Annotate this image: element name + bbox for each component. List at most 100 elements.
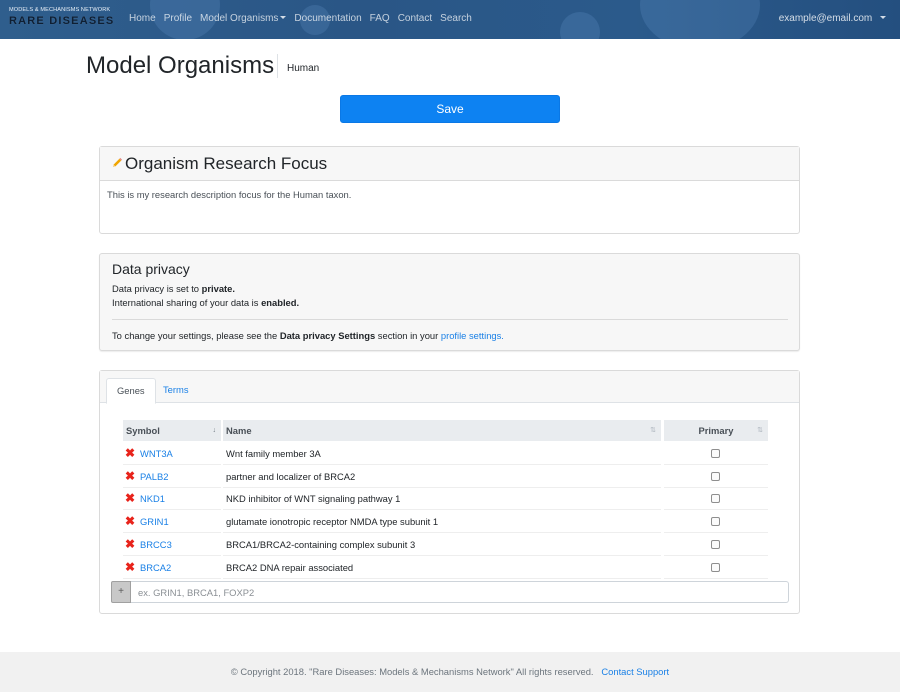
primary-cell xyxy=(664,556,768,579)
column-header-symbol-label: Symbol xyxy=(126,425,160,436)
privacy-hint-prefix: To change your settings, please see the xyxy=(112,330,280,341)
tab-terms[interactable]: Terms xyxy=(153,378,199,404)
sort-icon: ⇅ xyxy=(757,427,763,434)
delete-icon[interactable]: ✖ xyxy=(125,465,135,488)
column-header-symbol[interactable]: Symbol ↓ xyxy=(123,420,221,441)
user-menu[interactable]: example@email.com xyxy=(779,13,886,24)
add-gene-button[interactable]: + xyxy=(111,581,131,603)
table-row: ✖ PALB2 partner and localizer of BRCA2 xyxy=(123,465,768,488)
primary-checkbox[interactable] xyxy=(711,494,720,504)
gene-name-cell: Wnt family member 3A xyxy=(223,442,661,465)
data-privacy-title: Data privacy xyxy=(112,261,190,277)
primary-checkbox[interactable] xyxy=(711,562,720,572)
symbol-cell: ✖ BRCC3 xyxy=(123,533,221,556)
primary-checkbox[interactable] xyxy=(711,449,720,458)
brand-title: RARE DISEASES xyxy=(9,15,115,27)
primary-cell xyxy=(664,442,768,465)
primary-cell xyxy=(664,510,768,534)
gene-symbol-link[interactable]: BRCC3 xyxy=(140,533,172,556)
privacy-divider xyxy=(112,319,788,320)
brand-subtitle: MODELS & MECHANISMS NETWORK xyxy=(9,7,111,13)
symbol-cell: ✖ GRIN1 xyxy=(123,510,221,534)
delete-icon[interactable]: ✖ xyxy=(125,442,135,465)
table-row: ✖ BRCA2 BRCA2 DNA repair associated xyxy=(123,556,768,579)
sort-icon: ⇅ xyxy=(650,427,656,434)
navbar-decoration xyxy=(560,12,600,39)
privacy-status-prefix: Data privacy is set to xyxy=(112,283,202,294)
primary-cell xyxy=(664,487,768,511)
gene-symbol-link[interactable]: BRCA2 xyxy=(140,556,171,579)
privacy-settings-hint: To change your settings, please see the … xyxy=(112,330,504,341)
primary-checkbox[interactable] xyxy=(711,539,720,549)
brand-logo[interactable]: MODELS & MECHANISMS NETWORK RARE DISEASE… xyxy=(9,7,114,27)
data-privacy-card: Data privacy Data privacy is set to priv… xyxy=(99,253,800,351)
profile-settings-link[interactable]: profile settings. xyxy=(441,330,504,341)
footer: © Copyright 2018. "Rare Diseases: Models… xyxy=(0,652,900,692)
gene-name-cell: glutamate ionotropic receptor NMDA type … xyxy=(223,510,661,534)
gene-name-cell: BRCA2 DNA repair associated xyxy=(223,556,661,579)
gene-name-cell: NKD inhibitor of WNT signaling pathway 1 xyxy=(223,487,661,511)
column-header-name[interactable]: Name ⇅ xyxy=(223,420,661,441)
primary-cell xyxy=(664,533,768,556)
table-row: ✖ BRCC3 BRCA1/BRCA2-containing complex sub… xyxy=(123,533,768,556)
title-divider xyxy=(277,54,278,78)
gene-symbol-link[interactable]: NKD1 xyxy=(140,487,165,510)
column-header-primary-label: Primary xyxy=(698,425,734,436)
table-row: ✖ WNT3A Wnt family member 3A xyxy=(123,442,768,465)
nav-model-organisms[interactable]: Model Organisms xyxy=(200,13,287,24)
column-header-name-label: Name xyxy=(226,425,252,436)
gene-symbol-link[interactable]: WNT3A xyxy=(140,442,173,465)
user-email: example@email.com xyxy=(778,13,873,24)
column-header-primary[interactable]: Primary ⇅ xyxy=(664,420,768,441)
chevron-down-icon xyxy=(280,16,287,19)
research-focus-title: Organism Research Focus xyxy=(125,154,328,173)
add-gene-row: + xyxy=(111,581,789,603)
page-title: Model Organisms xyxy=(86,52,275,79)
delete-icon[interactable]: ✖ xyxy=(125,510,135,533)
symbol-cell: ✖ NKD1 xyxy=(123,487,221,511)
sort-asc-icon: ↓ xyxy=(212,427,217,434)
sharing-status-line: International sharing of your data is en… xyxy=(112,297,299,308)
primary-cell xyxy=(664,465,768,488)
top-navbar: MODELS & MECHANISMS NETWORK RARE DISEASE… xyxy=(0,0,900,39)
table-row: ✖ GRIN1 glutamate ionotropic receptor NMDA… xyxy=(123,510,768,534)
nav-faq[interactable]: FAQ xyxy=(370,13,390,24)
table-row: ✖ NKD1 NKD inhibitor of WNT signaling path… xyxy=(123,487,768,511)
nav-profile[interactable]: Profile xyxy=(164,13,192,24)
nav-links: Home Profile Model Organisms Documentati… xyxy=(129,13,480,24)
gene-name-cell: partner and localizer of BRCA2 xyxy=(223,465,661,488)
contact-support-link[interactable]: Contact Support xyxy=(601,666,669,677)
pencil-icon[interactable] xyxy=(111,157,123,169)
symbol-cell: ✖ BRCA2 xyxy=(123,556,221,579)
primary-checkbox[interactable] xyxy=(711,517,720,527)
nav-home[interactable]: Home xyxy=(129,13,156,24)
delete-icon[interactable]: ✖ xyxy=(125,533,135,556)
navbar-decoration xyxy=(640,0,760,39)
nav-contact[interactable]: Contact xyxy=(398,13,432,24)
chevron-down-icon xyxy=(880,16,886,19)
sharing-status-prefix: International sharing of your data is xyxy=(112,297,262,308)
symbol-cell: ✖ WNT3A xyxy=(123,442,221,465)
taxon-label: Human xyxy=(287,63,320,74)
gene-symbol-link[interactable]: PALB2 xyxy=(140,465,169,488)
delete-icon[interactable]: ✖ xyxy=(125,487,135,510)
nav-search[interactable]: Search xyxy=(440,13,472,24)
primary-checkbox[interactable] xyxy=(711,471,720,481)
add-gene-input[interactable] xyxy=(131,581,789,603)
save-button[interactable]: Save xyxy=(340,95,560,123)
tab-bar: Genes Terms xyxy=(100,371,799,404)
gene-name-cell: BRCA1/BRCA2-containing complex subunit 3 xyxy=(223,533,661,556)
symbol-cell: ✖ PALB2 xyxy=(123,465,221,488)
privacy-hint-middle: section in your xyxy=(375,330,441,341)
delete-icon[interactable]: ✖ xyxy=(125,556,135,579)
research-focus-card: Organism Research Focus This is my resea… xyxy=(99,146,800,234)
research-focus-header: Organism Research Focus xyxy=(100,147,799,181)
nav-model-organisms-label: Model Organisms xyxy=(200,13,279,24)
privacy-status-line: Data privacy is set to private. xyxy=(112,283,235,294)
gene-symbol-link[interactable]: GRIN1 xyxy=(140,510,169,533)
genes-terms-card: Genes Terms Symbol ↓ Name ⇅ Primary ⇅ ✖ WNT3… xyxy=(99,370,800,614)
nav-documentation[interactable]: Documentation xyxy=(294,13,361,24)
privacy-hint-section: Data privacy Settings xyxy=(279,330,376,341)
tab-genes[interactable]: Genes xyxy=(106,378,156,404)
research-focus-description[interactable]: This is my research description focus fo… xyxy=(107,189,351,200)
